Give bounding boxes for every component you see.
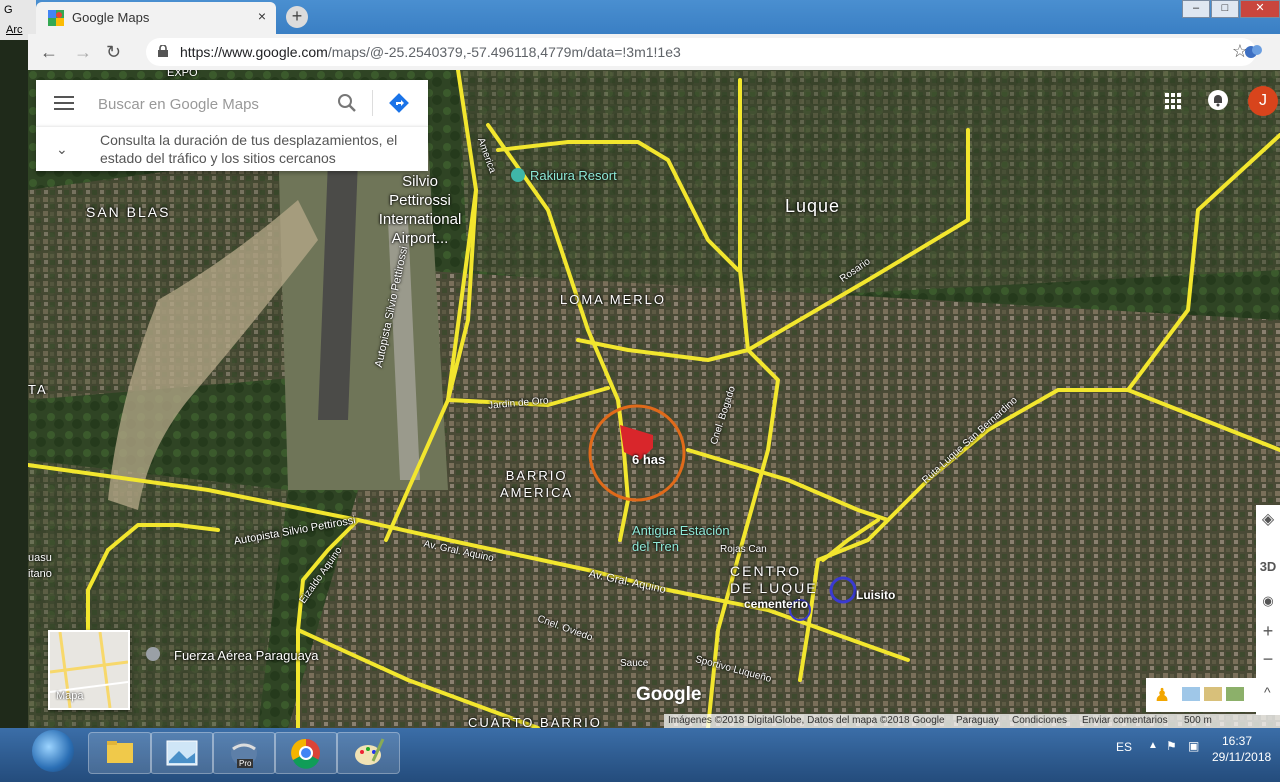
address-bar[interactable]: https://www.google.com/maps/@-25.2540379…	[146, 38, 1256, 66]
map-label-rojas-cane: Rojas Can	[720, 544, 767, 555]
travel-time-hint-text: Consulta la duración de tus desplazamien…	[100, 132, 398, 166]
travel-time-hint-panel[interactable]: ⌄ Consulta la duración de tus desplazami…	[36, 126, 428, 171]
map-label-expo: EXPO	[167, 70, 198, 79]
map-label-san-blas: SAN BLAS	[86, 204, 171, 220]
taskbar-paint[interactable]	[336, 732, 400, 774]
paint-icon	[355, 738, 385, 765]
map-label-rakiura-resort[interactable]: Rakiura Resort	[530, 168, 617, 183]
close-window-button[interactable]: ✕	[1240, 0, 1280, 18]
background-window-title: G	[4, 4, 13, 16]
windows-taskbar: Pro ES ▲ ⚑ ▣ 16:37 29/11/2018	[0, 728, 1280, 782]
search-input[interactable]	[96, 92, 330, 116]
map-label-six-has: 6 has	[632, 452, 666, 467]
language-indicator[interactable]: ES	[1116, 740, 1132, 754]
map-label-airport[interactable]: Silvio Pettirossi International Airport.…	[370, 172, 470, 248]
tab-title: Google Maps	[72, 10, 150, 25]
maps-search-box	[36, 80, 428, 126]
url-domain: https://www.google.com	[180, 44, 328, 60]
map-label-barrio-america: BARRIO AMERICA	[500, 468, 574, 500]
chevron-up-icon[interactable]: ^	[1264, 684, 1271, 700]
clock-date[interactable]: 29/11/2018	[1212, 750, 1271, 764]
directions-icon[interactable]	[388, 92, 410, 114]
tray-expand-icon[interactable]: ▲	[1148, 740, 1158, 751]
window-controls: – □ ✕	[1181, 0, 1280, 18]
map-type-label: Mapa	[56, 690, 84, 702]
map-label-luisito: Luisito	[856, 588, 896, 602]
footer-terms-link[interactable]: Condiciones	[1012, 715, 1067, 726]
taskbar-explorer[interactable]	[88, 732, 152, 774]
taskbar-photo-viewer[interactable]	[150, 732, 214, 774]
tab-google-maps[interactable]: Google Maps ×	[36, 2, 276, 34]
google-logo: Google	[636, 684, 702, 705]
back-arrow-icon[interactable]: ←	[40, 42, 58, 63]
scale-label: 500 m	[1184, 715, 1212, 726]
account-avatar[interactable]: J	[1248, 86, 1278, 116]
system-tray: ES ▲ ⚑ ▣ 16:37 29/11/2018	[1110, 728, 1280, 782]
imagery-attribution: Imágenes ©2018 DigitalGlobe, Datos del m…	[668, 715, 945, 726]
photo-viewer-icon	[166, 740, 198, 766]
zoom-out-button[interactable]: −	[1256, 649, 1280, 670]
taskbar-chrome[interactable]	[274, 732, 338, 774]
url-path: /maps/@-25.2540379,-57.496118,4779m/data…	[327, 44, 681, 60]
reload-icon[interactable]: ↻	[106, 42, 121, 63]
maximize-button[interactable]: □	[1211, 0, 1239, 18]
map-label-cementerio: cementerio	[744, 597, 809, 611]
map-label-cuarto-barrio: CUARTO BARRIO	[468, 715, 602, 728]
map-label-sauce: Sauce	[620, 658, 649, 669]
footer-country: Paraguay	[956, 715, 999, 726]
action-center-flag-icon[interactable]: ⚑	[1166, 739, 1177, 753]
notifications-bell-icon[interactable]	[1208, 90, 1228, 110]
clock-time[interactable]: 16:37	[1222, 734, 1252, 748]
search-divider	[372, 90, 373, 116]
map-label-antigua-estacion[interactable]: Antigua Estación del Tren	[632, 523, 730, 555]
layer-thumb-2[interactable]	[1204, 687, 1222, 701]
layers-strip: ♟ ^	[1146, 678, 1280, 712]
my-location-icon[interactable]: ◉	[1256, 593, 1280, 609]
taskbar-google-earth-pro[interactable]: Pro	[212, 732, 276, 774]
chrome-icon	[291, 738, 320, 769]
map-label-fuerza-aerea[interactable]: Fuerza Aérea Paraguaya	[174, 648, 319, 663]
footer-feedback-link[interactable]: Enviar comentarios	[1082, 715, 1168, 726]
url-text: https://www.google.com/maps/@-25.2540379…	[180, 44, 681, 60]
minimize-button[interactable]: –	[1182, 0, 1210, 18]
apps-grid-icon[interactable]	[1165, 93, 1181, 109]
tilt-3d-button[interactable]: 3D	[1256, 559, 1280, 574]
map-footer: Imágenes ©2018 DigitalGlobe, Datos del m…	[664, 714, 1280, 728]
map-label-centro-de-luque: CENTRO DE LUQUE	[730, 563, 818, 596]
layer-thumb-3[interactable]	[1226, 687, 1244, 701]
extension-icon[interactable]	[1244, 42, 1264, 62]
map-type-toggle[interactable]: Mapa	[48, 630, 130, 710]
forward-arrow-icon[interactable]: →	[74, 42, 92, 63]
lock-icon	[158, 45, 168, 57]
compass-icon[interactable]: ◈	[1256, 509, 1280, 529]
background-menu-file[interactable]: Arc	[6, 24, 23, 36]
map-label-guasu-itano: uasu itano	[28, 552, 52, 580]
pegman-icon[interactable]: ♟	[1154, 685, 1170, 706]
start-button[interactable]	[32, 730, 74, 772]
browser-title-bar: G Arc Google Maps × + – □ ✕	[0, 0, 1280, 40]
google-maps-favicon-icon	[48, 10, 64, 26]
map-label-ta: TA	[28, 382, 48, 397]
layer-thumb-1[interactable]	[1182, 687, 1200, 701]
zoom-in-button[interactable]: +	[1256, 621, 1280, 642]
earth-pro-badge: Pro	[237, 759, 254, 768]
new-tab-button[interactable]: +	[286, 6, 308, 28]
hamburger-menu-icon[interactable]	[54, 96, 74, 110]
tab-close-icon[interactable]: ×	[258, 8, 266, 24]
browser-toolbar: ← → ↻ https://www.google.com/maps/@-25.2…	[28, 34, 1280, 71]
chevron-down-icon[interactable]: ⌄	[56, 141, 68, 158]
map-label-luque: Luque	[785, 196, 841, 216]
map-label-loma-merlo: LOMA MERLO	[560, 292, 666, 307]
folder-icon	[107, 741, 133, 763]
network-icon[interactable]: ▣	[1188, 739, 1199, 753]
search-icon[interactable]	[336, 92, 358, 114]
